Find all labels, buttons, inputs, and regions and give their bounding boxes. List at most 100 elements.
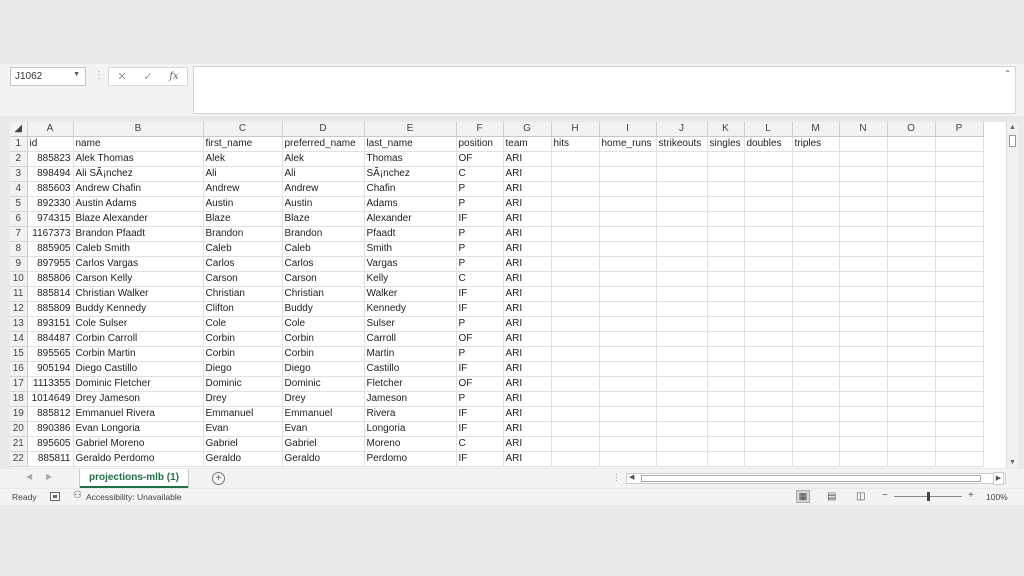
cell[interactable]	[887, 271, 936, 287]
cell[interactable]: 1167373	[27, 226, 74, 242]
cell[interactable]: Brandon	[282, 226, 365, 242]
scroll-left-icon[interactable]: ◀	[629, 473, 634, 481]
cell[interactable]	[935, 436, 984, 452]
cell[interactable]: Dominic	[203, 376, 283, 392]
cell[interactable]	[839, 346, 888, 362]
cell[interactable]	[839, 331, 888, 347]
cell[interactable]	[792, 421, 840, 437]
cell[interactable]: hits	[551, 136, 600, 152]
cell[interactable]	[656, 211, 708, 227]
row-header[interactable]: 10	[10, 271, 28, 287]
cell[interactable]	[839, 136, 888, 152]
cell[interactable]	[887, 286, 936, 302]
cell[interactable]: Ali	[282, 166, 365, 182]
cell[interactable]	[599, 196, 657, 212]
cell[interactable]: ARI	[503, 331, 552, 347]
cell[interactable]	[839, 286, 888, 302]
cell[interactable]	[792, 151, 840, 167]
cell[interactable]	[599, 316, 657, 332]
row-header[interactable]: 2	[10, 151, 28, 167]
cell[interactable]: Caleb Smith	[73, 241, 204, 257]
name-box[interactable]: J1062 ▼	[10, 67, 86, 86]
row-header[interactable]: 4	[10, 181, 28, 197]
cell[interactable]: ARI	[503, 196, 552, 212]
cell[interactable]	[599, 331, 657, 347]
cell[interactable]: SÃ¡nchez	[364, 166, 457, 182]
cell[interactable]	[707, 256, 745, 272]
cell[interactable]	[551, 211, 600, 227]
cell[interactable]	[551, 436, 600, 452]
chevron-up-icon[interactable]: ⌃	[1004, 69, 1011, 78]
page-layout-icon[interactable]: ▤	[827, 491, 836, 502]
zoom-slider-thumb[interactable]	[927, 492, 930, 501]
cell[interactable]	[551, 151, 600, 167]
row-header[interactable]: 1	[10, 136, 28, 152]
cell[interactable]: Emmanuel Rivera	[73, 406, 204, 422]
cell[interactable]	[935, 451, 984, 467]
cell[interactable]: Carlos Vargas	[73, 256, 204, 272]
cell[interactable]	[887, 181, 936, 197]
cell[interactable]: OF	[456, 376, 504, 392]
cell[interactable]	[792, 451, 840, 467]
cell[interactable]: IF	[456, 361, 504, 377]
cell[interactable]: P	[456, 316, 504, 332]
cell[interactable]	[656, 301, 708, 317]
cell[interactable]: Cole	[203, 316, 283, 332]
cell[interactable]: 905194	[27, 361, 74, 377]
cell[interactable]: Emmanuel	[282, 406, 365, 422]
scroll-right-icon[interactable]: ▶	[993, 472, 1004, 485]
cell[interactable]	[656, 271, 708, 287]
cell[interactable]: Smith	[364, 241, 457, 257]
cell[interactable]	[887, 421, 936, 437]
cell[interactable]: Corbin Martin	[73, 346, 204, 362]
cell[interactable]	[707, 301, 745, 317]
cell[interactable]	[935, 421, 984, 437]
cell[interactable]	[792, 271, 840, 287]
cell[interactable]: Carson	[282, 271, 365, 287]
cell[interactable]	[551, 166, 600, 182]
cell[interactable]	[839, 376, 888, 392]
cell[interactable]: 885905	[27, 241, 74, 257]
cell[interactable]	[792, 196, 840, 212]
cell[interactable]	[887, 196, 936, 212]
cell[interactable]: C	[456, 436, 504, 452]
cell[interactable]: Diego Castillo	[73, 361, 204, 377]
cell[interactable]: Brandon Pfaadt	[73, 226, 204, 242]
cell[interactable]	[792, 331, 840, 347]
cell[interactable]	[887, 391, 936, 407]
cell[interactable]	[707, 451, 745, 467]
cell[interactable]: Kennedy	[364, 301, 457, 317]
cell[interactable]: 885603	[27, 181, 74, 197]
cell[interactable]	[935, 241, 984, 257]
cell[interactable]	[792, 286, 840, 302]
cell[interactable]	[551, 286, 600, 302]
cell[interactable]: Geraldo Perdomo	[73, 451, 204, 467]
cell[interactable]	[599, 226, 657, 242]
cell[interactable]	[551, 406, 600, 422]
column-header-o[interactable]: O	[887, 122, 936, 137]
cell[interactable]: ARI	[503, 316, 552, 332]
cell[interactable]: IF	[456, 421, 504, 437]
plus-circle-icon[interactable]: +	[212, 472, 225, 485]
cell[interactable]	[887, 226, 936, 242]
cell[interactable]	[887, 301, 936, 317]
column-header-d[interactable]: D	[282, 122, 365, 137]
cell[interactable]	[599, 241, 657, 257]
cell[interactable]: Corbin	[203, 346, 283, 362]
row-header[interactable]: 20	[10, 421, 28, 437]
cell[interactable]: 884487	[27, 331, 74, 347]
cell[interactable]	[935, 391, 984, 407]
cell[interactable]: ARI	[503, 436, 552, 452]
cell[interactable]	[707, 181, 745, 197]
cell[interactable]: Christian Walker	[73, 286, 204, 302]
cell[interactable]	[839, 451, 888, 467]
cell[interactable]	[935, 151, 984, 167]
cell[interactable]	[792, 361, 840, 377]
row-header[interactable]: 7	[10, 226, 28, 242]
cell[interactable]: Castillo	[364, 361, 457, 377]
cell[interactable]	[839, 406, 888, 422]
cell[interactable]	[744, 346, 793, 362]
cell[interactable]	[599, 436, 657, 452]
cell[interactable]: Evan	[203, 421, 283, 437]
cell[interactable]: Kelly	[364, 271, 457, 287]
